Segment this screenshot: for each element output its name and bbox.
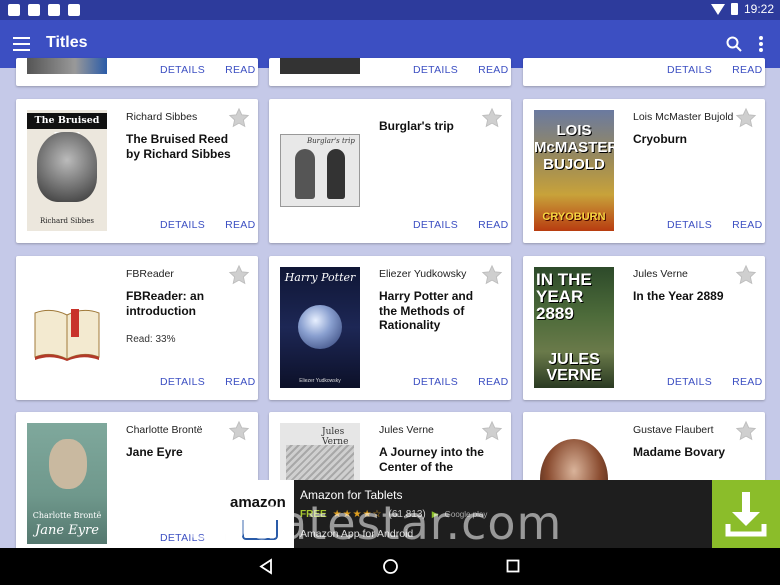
book-card[interactable]: Harry Potter Eliezer Yudkowsky Eliezer Y… bbox=[269, 256, 511, 400]
favorite-star-icon[interactable] bbox=[735, 264, 757, 286]
status-bar: 19:22 bbox=[0, 0, 780, 20]
calendar-notification-icon bbox=[28, 4, 40, 16]
google-play-icon: ▶ bbox=[431, 509, 439, 519]
book-author: Lois McMaster Bujold bbox=[633, 111, 734, 123]
book-card[interactable]: DETAILS READ bbox=[269, 58, 511, 86]
shopping-cart-icon bbox=[242, 520, 278, 540]
book-cover: IN THE YEAR 2889 JULES VERNE bbox=[534, 267, 614, 388]
book-card[interactable]: Burglar's trip Burglar's trip DETAILS RE… bbox=[269, 99, 511, 243]
book-card[interactable]: DETAILS READ bbox=[523, 58, 765, 86]
image-notification-icon bbox=[8, 4, 20, 16]
details-button[interactable]: DETAILS bbox=[667, 376, 712, 388]
details-button[interactable]: DETAILS bbox=[160, 219, 205, 231]
book-title: Burglar's trip bbox=[379, 119, 454, 133]
read-button[interactable]: READ bbox=[478, 219, 508, 231]
details-button[interactable]: DETAILS bbox=[160, 376, 205, 388]
book-title: Jane Eyre bbox=[126, 445, 183, 459]
favorite-star-icon[interactable] bbox=[228, 107, 250, 129]
book-cover: Burglar's trip bbox=[280, 134, 360, 207]
page-title: Titles bbox=[46, 34, 88, 51]
book-card[interactable]: DETAILS READ bbox=[16, 58, 258, 86]
book-title: Madame Bovary bbox=[633, 445, 726, 459]
book-author: Jules Verne bbox=[633, 268, 688, 280]
rating-stars: ★★★★☆ bbox=[332, 509, 383, 520]
favorite-star-icon[interactable] bbox=[735, 420, 757, 442]
book-cover bbox=[27, 58, 107, 74]
rating-count: (61,813) bbox=[388, 509, 426, 520]
reading-progress: Read: 33% bbox=[126, 334, 176, 345]
favorite-star-icon[interactable] bbox=[481, 264, 503, 286]
details-button[interactable]: DETAILS bbox=[413, 64, 458, 76]
favorite-star-icon[interactable] bbox=[481, 420, 503, 442]
android-notification-icon bbox=[48, 4, 60, 16]
wifi-icon bbox=[710, 3, 725, 15]
book-author: Richard Sibbes bbox=[126, 111, 198, 123]
download-icon bbox=[725, 492, 767, 537]
book-card[interactable]: IN THE YEAR 2889 JULES VERNE Jules Verne… bbox=[523, 256, 765, 400]
book-title: FBReader: an introduction bbox=[126, 289, 205, 318]
favorite-star-icon[interactable] bbox=[228, 264, 250, 286]
read-button[interactable]: READ bbox=[225, 64, 255, 76]
book-author: FBReader bbox=[126, 268, 174, 280]
ad-price: FREE bbox=[300, 509, 327, 520]
clock: 19:22 bbox=[743, 2, 774, 16]
back-icon[interactable] bbox=[258, 558, 274, 575]
amazon-logo: amazon bbox=[226, 480, 294, 548]
details-button[interactable]: DETAILS bbox=[667, 64, 712, 76]
details-button[interactable]: DETAILS bbox=[413, 376, 458, 388]
book-title: The Bruised Reed by Richard Sibbes bbox=[126, 132, 231, 161]
favorite-star-icon[interactable] bbox=[481, 107, 503, 129]
store-label: Google play bbox=[444, 510, 488, 519]
recents-icon[interactable] bbox=[506, 559, 520, 573]
navigation-bar bbox=[0, 548, 780, 585]
book-title: Harry Potter and the Methods of Rational… bbox=[379, 289, 474, 332]
read-button[interactable]: READ bbox=[225, 219, 255, 231]
read-button[interactable]: READ bbox=[225, 376, 255, 388]
ad-meta: FREE ★★★★☆ (61,813) ▶ Google play bbox=[300, 509, 487, 520]
book-cover: Harry Potter Eliezer Yudkowsky bbox=[280, 267, 360, 388]
read-button[interactable]: READ bbox=[478, 64, 508, 76]
photo-notification-icon bbox=[68, 4, 80, 16]
book-cover bbox=[27, 267, 107, 388]
notification-icons bbox=[8, 4, 80, 16]
book-author: Gustave Flaubert bbox=[633, 424, 714, 436]
book-icon bbox=[34, 309, 100, 361]
book-author: Jules Verne bbox=[379, 424, 434, 436]
download-button[interactable] bbox=[712, 480, 780, 548]
battery-icon bbox=[730, 3, 738, 15]
book-cover: Charlotte Brontë Jane Eyre bbox=[27, 423, 107, 544]
favorite-star-icon[interactable] bbox=[228, 420, 250, 442]
search-icon[interactable] bbox=[726, 36, 742, 52]
details-button[interactable]: DETAILS bbox=[160, 64, 205, 76]
book-cover bbox=[280, 58, 360, 74]
ad-title: Amazon for Tablets bbox=[300, 488, 403, 502]
home-icon[interactable] bbox=[382, 558, 399, 575]
book-title: A Journey into the Center of the bbox=[379, 445, 484, 474]
favorite-star-icon[interactable] bbox=[735, 107, 757, 129]
book-cover: LOIS McMASTER BUJOLD CRYOBURN bbox=[534, 110, 614, 231]
book-card[interactable]: Charlotte Brontë Jane Eyre Charlotte Bro… bbox=[16, 412, 258, 556]
book-title: In the Year 2889 bbox=[633, 289, 724, 303]
read-button[interactable]: READ bbox=[478, 376, 508, 388]
book-author: Charlotte Brontë bbox=[126, 424, 203, 436]
details-button[interactable]: DETAILS bbox=[160, 532, 205, 544]
ad-subtitle: Amazon App for Android bbox=[300, 528, 414, 540]
book-title: Cryoburn bbox=[633, 132, 687, 146]
book-card[interactable]: LOIS McMASTER BUJOLD CRYOBURN Lois McMas… bbox=[523, 99, 765, 243]
book-card[interactable]: The Bruised Reed Richard Sibbes Richard … bbox=[16, 99, 258, 243]
details-button[interactable]: DETAILS bbox=[413, 219, 458, 231]
read-button[interactable]: READ bbox=[732, 376, 762, 388]
read-button[interactable]: READ bbox=[732, 219, 762, 231]
more-options-icon[interactable] bbox=[758, 36, 764, 52]
ad-banner[interactable]: amazon Amazon for Tablets FREE ★★★★☆ (61… bbox=[226, 480, 780, 548]
book-cover: The Bruised Reed Richard Sibbes bbox=[27, 110, 107, 231]
details-button[interactable]: DETAILS bbox=[667, 219, 712, 231]
read-button[interactable]: READ bbox=[732, 64, 762, 76]
book-author: Eliezer Yudkowsky bbox=[379, 268, 467, 280]
menu-icon[interactable] bbox=[13, 37, 30, 51]
book-card[interactable]: FBReader FBReader: an introduction Read:… bbox=[16, 256, 258, 400]
